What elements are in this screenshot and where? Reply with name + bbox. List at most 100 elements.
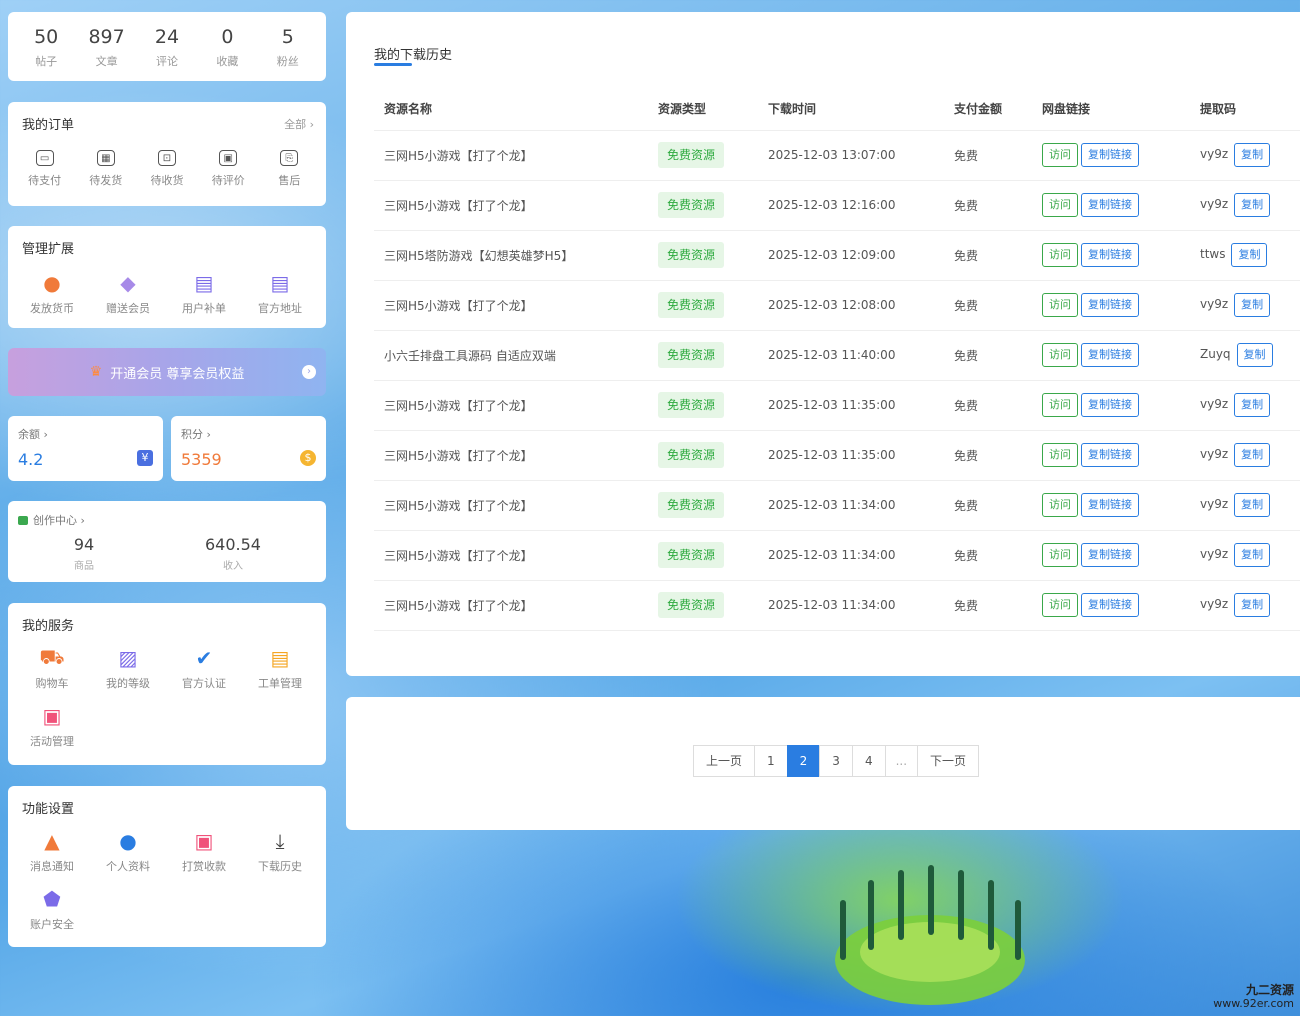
visit-button[interactable]: 访问 <box>1042 593 1078 617</box>
copy-code-button[interactable]: 复制 <box>1234 493 1271 517</box>
resource-type-cell: 免费资源 <box>648 530 758 581</box>
stat-4[interactable]: 5 粉丝 <box>259 25 317 69</box>
stat-number: 0 <box>221 25 234 48</box>
payment-amount: 免费 <box>944 480 1032 531</box>
copy-code-button[interactable]: 复制 <box>1234 543 1271 567</box>
creator-products-num: 94 <box>73 535 95 554</box>
wallet-icon: ▭ <box>35 150 54 166</box>
copy-code-button[interactable]: 复制 <box>1234 393 1271 417</box>
copy-code-button[interactable]: 复制 <box>1236 343 1273 367</box>
resource-type-badge: 免费资源 <box>658 492 725 518</box>
netdisk-link-cell: 访问 复制链接 <box>1032 180 1190 231</box>
copy-link-button[interactable]: 复制链接 <box>1081 243 1139 267</box>
copy-code-button[interactable]: 复制 <box>1234 593 1271 617</box>
copy-link-button[interactable]: 复制链接 <box>1081 143 1139 167</box>
extract-code-cell: vy9z 复制 <box>1190 480 1300 531</box>
copy-link-button[interactable]: 复制链接 <box>1081 393 1139 417</box>
flower-decoration <box>835 865 1025 1005</box>
resource-type-badge: 免费资源 <box>658 342 725 368</box>
resource-type-cell: 免费资源 <box>648 430 758 481</box>
copy-link-button[interactable]: 复制链接 <box>1081 493 1139 517</box>
menu-item-verified[interactable]: ✔ 官方认证 <box>166 646 242 691</box>
creator-center-panel[interactable]: 创作中心 › 94 商品 640.54 收入 <box>8 501 326 582</box>
menu-item-coin-bag[interactable]: ● 发放货币 <box>14 271 90 316</box>
page-4-button[interactable]: 4 <box>851 745 886 777</box>
prev-page-button[interactable]: 上一页 <box>693 745 756 777</box>
menu-item-label: 发放货币 <box>30 302 74 315</box>
page-title: 我的下载历史 <box>374 48 453 63</box>
extract-code-cell: vy9z 复制 <box>1190 280 1300 331</box>
vip-label: 开通会员 尊享会员权益 <box>110 366 245 382</box>
extract-code: Zuyq <box>1200 347 1231 361</box>
column-header: 资源名称 <box>374 88 648 131</box>
menu-item-user[interactable]: ● 个人资料 <box>90 829 166 874</box>
download-time: 2025-12-03 12:09:00 <box>758 230 944 281</box>
table-row: 三网H5小游戏【打了个龙】 免费资源 2025-12-03 11:34:00 免费 访问… <box>374 530 1300 581</box>
stat-number: 50 <box>34 25 59 48</box>
page-1-button[interactable]: 1 <box>754 745 788 777</box>
page-3-button[interactable]: 3 <box>819 745 853 777</box>
resource-type-cell: 免费资源 <box>648 280 758 331</box>
stat-1[interactable]: 897 文章 <box>78 25 136 69</box>
orders-view-all-link[interactable]: 全部 › <box>284 116 314 132</box>
copy-link-button[interactable]: 复制链接 <box>1081 193 1139 217</box>
package-icon: ▦ <box>96 150 115 166</box>
extract-code-cell: vy9z 复制 <box>1190 180 1300 231</box>
stat-2[interactable]: 24 评论 <box>138 25 196 69</box>
visit-button[interactable]: 访问 <box>1042 443 1078 467</box>
vip-banner[interactable]: ♛ 开通会员 尊享会员权益 › <box>8 348 326 396</box>
menu-item-diamond[interactable]: ◆ 赠送会员 <box>90 271 166 316</box>
copy-code-button[interactable]: 复制 <box>1234 443 1271 467</box>
menu-item-label: 账户安全 <box>30 918 74 931</box>
services-grid: ⛟ 购物车 ▨ 我的等级 ✔ 官方认证 ▤ 工单管理 ▣ 活动管理 <box>14 645 320 749</box>
menu-item-cart[interactable]: ⛟ 购物车 <box>14 645 90 691</box>
copy-link-button[interactable]: 复制链接 <box>1081 593 1139 617</box>
stat-0[interactable]: 50 帖子 <box>17 25 75 69</box>
download-time: 2025-12-03 11:35:00 <box>758 430 944 481</box>
menu-item-comment[interactable]: ▣ 待评价 <box>198 150 259 188</box>
menu-item-delivery[interactable]: ⊡ 待收货 <box>136 150 197 188</box>
creator-income-num: 640.54 <box>205 535 261 554</box>
visit-button[interactable]: 访问 <box>1042 293 1078 317</box>
next-page-button[interactable]: 下一页 <box>917 745 980 777</box>
copy-link-button[interactable]: 复制链接 <box>1081 443 1139 467</box>
points-card[interactable]: 积分 › 5359 $ <box>171 416 326 481</box>
visit-button[interactable]: 访问 <box>1042 143 1078 167</box>
menu-item-wallet[interactable]: ▭ 待支付 <box>14 150 75 188</box>
resource-type-cell: 免费资源 <box>648 130 758 181</box>
balance-card[interactable]: 余额 › 4.2 ¥ <box>8 416 163 481</box>
copy-link-button[interactable]: 复制链接 <box>1081 293 1139 317</box>
visit-button[interactable]: 访问 <box>1042 193 1078 217</box>
menu-item-chart[interactable]: ▨ 我的等级 <box>90 646 166 691</box>
menu-item-gift[interactable]: ▣ 打赏收款 <box>166 829 242 874</box>
copy-code-button[interactable]: 复制 <box>1234 293 1271 317</box>
page-2-button[interactable]: 2 <box>786 745 821 777</box>
stat-label: 文章 <box>95 54 118 68</box>
payment-amount: 免费 <box>944 280 1032 331</box>
menu-item-ticket[interactable]: ▤ 工单管理 <box>242 646 318 691</box>
menu-item-shield[interactable]: ⬟ 账户安全 <box>14 887 90 932</box>
column-header: 下载时间 <box>758 88 944 131</box>
copy-link-button[interactable]: 复制链接 <box>1081 543 1139 567</box>
visit-button[interactable]: 访问 <box>1042 493 1078 517</box>
gift-icon: ▣ <box>42 704 62 728</box>
menu-item-download[interactable]: ⤓ 下载历史 <box>242 829 318 874</box>
menu-item-document[interactable]: ▤ 用户补单 <box>166 271 242 316</box>
menu-item-gift[interactable]: ▣ 活动管理 <box>14 704 90 749</box>
visit-button[interactable]: 访问 <box>1042 393 1078 417</box>
resource-name: 三网H5小游戏【打了个龙】 <box>374 580 648 631</box>
menu-item-bell[interactable]: ▲ 消息通知 <box>14 829 90 874</box>
menu-item-package[interactable]: ▦ 待发货 <box>75 150 136 188</box>
visit-button[interactable]: 访问 <box>1042 543 1078 567</box>
copy-link-button[interactable]: 复制链接 <box>1081 343 1139 367</box>
title-underline <box>374 63 412 66</box>
diamond-icon: ◆ <box>120 271 136 295</box>
stat-3[interactable]: 0 收藏 <box>198 25 256 69</box>
copy-code-button[interactable]: 复制 <box>1234 143 1271 167</box>
menu-item-document[interactable]: ▤ 官方地址 <box>242 271 318 316</box>
menu-item-refund[interactable]: ⎘ 售后 <box>259 150 320 188</box>
copy-code-button[interactable]: 复制 <box>1234 193 1271 217</box>
copy-code-button[interactable]: 复制 <box>1231 243 1268 267</box>
visit-button[interactable]: 访问 <box>1042 243 1078 267</box>
visit-button[interactable]: 访问 <box>1042 343 1078 367</box>
